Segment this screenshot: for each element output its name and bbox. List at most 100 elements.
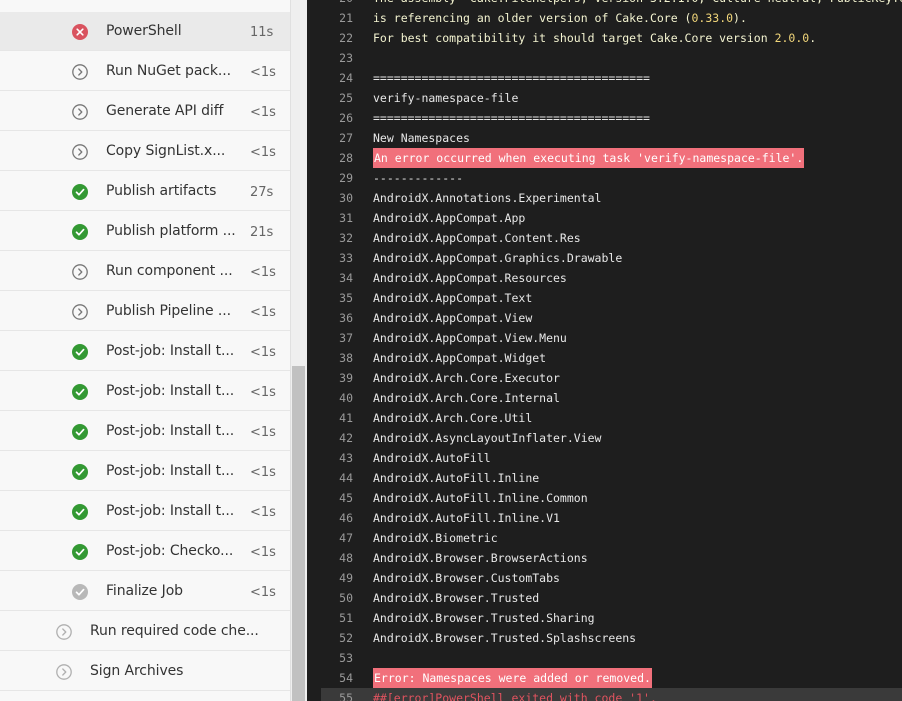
- succeeded-icon: [72, 504, 88, 520]
- step-duration: <1s: [250, 505, 276, 520]
- log-line-number: 43: [339, 451, 353, 465]
- step-row[interactable]: Post-job: Install t... <1s: [0, 412, 290, 451]
- step-name: Publish Pipeline ...: [106, 303, 231, 319]
- log-line: 47 AndroidX.Biometric: [307, 528, 902, 548]
- log-line: 46 AndroidX.AutoFill.Inline.V1: [307, 508, 902, 528]
- step-duration: <1s: [250, 305, 276, 320]
- log-text: is referencing an older version of Cake.…: [373, 11, 692, 25]
- log-text: AndroidX.AppCompat.View.Menu: [373, 331, 567, 345]
- step-row[interactable]: Post-job: Install t... <1s: [0, 492, 290, 531]
- step-row[interactable]: Finalize Job <1s: [0, 572, 290, 611]
- log-line-text: AndroidX.Arch.Core.Internal: [373, 388, 560, 408]
- log-text: AndroidX.AppCompat.App: [373, 211, 526, 225]
- log-line-number: 24: [339, 71, 353, 85]
- log-line-text: AndroidX.AppCompat.View.Menu: [373, 328, 567, 348]
- log-line-text: AndroidX.Browser.Trusted.Splashscreens: [373, 628, 636, 648]
- step-row[interactable]: Publish Pipeline ... <1s: [0, 292, 290, 331]
- log-text: New Namespaces: [373, 131, 470, 145]
- log-line-text: Error: Namespaces were added or removed.: [373, 668, 652, 688]
- step-row[interactable]: Publish platform ... 21s: [0, 212, 290, 251]
- succeeded-icon: [72, 184, 88, 200]
- step-row[interactable]: Run NuGet pack... <1s: [0, 52, 290, 91]
- log-text: AndroidX.AutoFill.Inline: [373, 471, 540, 485]
- step-name: Generate API diff: [106, 103, 224, 119]
- succeeded-icon: [72, 464, 88, 480]
- log-text: For best compatibility it should target …: [373, 31, 775, 45]
- log-line: 33 AndroidX.AppCompat.Graphics.Drawable: [307, 248, 902, 268]
- log-line: 35 AndroidX.AppCompat.Text: [307, 288, 902, 308]
- step-row[interactable]: Run component ... <1s: [0, 252, 290, 291]
- log-line-number: 52: [339, 631, 353, 645]
- step-name: Post-job: Install t...: [106, 423, 235, 439]
- log-line-text: AndroidX.AutoFill.Inline.V1: [373, 508, 560, 528]
- log-text: AndroidX.Arch.Core.Internal: [373, 391, 560, 405]
- log-line-number: 48: [339, 551, 353, 565]
- step-name: Run component ...: [106, 263, 233, 279]
- log-line-number: 29: [339, 171, 353, 185]
- log-line-number: 40: [339, 391, 353, 405]
- log-line: 21 is referencing an older version of Cak…: [307, 8, 902, 28]
- log-line-text: verify-namespace-file: [373, 88, 518, 108]
- step-duration: <1s: [250, 385, 276, 400]
- log-line-number: 31: [339, 211, 353, 225]
- job-name: Run required code che...: [90, 623, 259, 639]
- log-line-text: AndroidX.AutoFill.Inline: [373, 468, 539, 488]
- step-row[interactable]: Post-job: Checko... <1s: [0, 532, 290, 571]
- log-line: 24 ======================================…: [307, 68, 902, 88]
- log-line-number: 27: [339, 131, 353, 145]
- log-line: 34 AndroidX.AppCompat.Resources: [307, 268, 902, 288]
- log-text-suffix: ).: [733, 11, 747, 25]
- log-text: AndroidX.AutoFill.Inline.Common: [373, 491, 588, 505]
- log-line: 52 AndroidX.Browser.Trusted.Splashscreens: [307, 628, 902, 648]
- steps-scrollbar-thumb[interactable]: [292, 366, 305, 701]
- log-text-suffix: .: [809, 31, 817, 45]
- log-line: 43 AndroidX.AutoFill: [307, 448, 902, 468]
- log-text: ##[error]PowerShell exited with code '1'…: [373, 691, 657, 701]
- log-line-text: AndroidX.Biometric: [373, 528, 498, 548]
- log-line: 41 AndroidX.Arch.Core.Util: [307, 408, 902, 428]
- step-name: Post-job: Checko...: [106, 543, 234, 559]
- step-row[interactable]: PowerShell 11s: [0, 12, 290, 51]
- log-line-number: 30: [339, 191, 353, 205]
- step-duration: 11s: [250, 25, 274, 40]
- log-line: 44 AndroidX.AutoFill.Inline: [307, 468, 902, 488]
- step-row[interactable]: Post-job: Install t... <1s: [0, 452, 290, 491]
- log-line-text: AndroidX.AutoFill: [373, 448, 491, 468]
- log-output-pane: 20 The assembly 'Cake.FileHelpers, Versio…: [307, 0, 902, 701]
- log-line-number: 20: [307, 0, 353, 8]
- step-row[interactable]: Post-job: Install t... <1s: [0, 372, 290, 411]
- log-text: AndroidX.Biometric: [373, 531, 498, 545]
- job-row[interactable]: Run required code che...: [0, 612, 290, 651]
- step-name: PowerShell: [106, 23, 182, 39]
- step-name: Run NuGet pack...: [106, 63, 231, 79]
- log-line-number: 35: [339, 291, 353, 305]
- job-name: Sign Archives: [90, 663, 184, 679]
- log-line-number: 36: [339, 311, 353, 325]
- log-text: AndroidX.AppCompat.View: [373, 311, 533, 325]
- job-row[interactable]: Sign Archives: [0, 652, 290, 691]
- log-line: 28 An error occurred when executing task …: [307, 148, 902, 168]
- log-line-number: 53: [339, 651, 353, 665]
- succeeded-icon: [72, 424, 88, 440]
- log-line-number: 41: [339, 411, 353, 425]
- log-version-highlight: 0.33.0: [691, 11, 734, 25]
- skipped-icon: [72, 304, 88, 320]
- step-name: Publish artifacts: [106, 183, 217, 199]
- step-row[interactable]: Publish artifacts 27s: [0, 172, 290, 211]
- step-row[interactable]: Post-job: Install t... <1s: [0, 332, 290, 371]
- log-line: 54 Error: Namespaces were added or remove…: [307, 668, 902, 688]
- step-row[interactable]: Generate API diff <1s: [0, 92, 290, 131]
- log-text: AndroidX.Arch.Core.Executor: [373, 371, 560, 385]
- step-duration: <1s: [250, 545, 276, 560]
- log-text: The assembly 'Cake.FileHelpers, Version=…: [373, 0, 902, 5]
- step-row[interactable]: Copy SignList.x... <1s: [0, 132, 290, 171]
- log-line-text: ========================================: [373, 68, 650, 88]
- log-text: AndroidX.Annotations.Experimental: [373, 191, 602, 205]
- succeeded-icon: [72, 544, 88, 560]
- log-line-text: ##[error]PowerShell exited with code '1'…: [373, 688, 657, 701]
- log-text: verify-namespace-file: [373, 91, 519, 105]
- log-line-text: For best compatibility it should target …: [373, 28, 816, 48]
- step-duration: <1s: [250, 345, 276, 360]
- log-line-number: 50: [339, 591, 353, 605]
- log-line-text: AndroidX.Browser.Trusted.Sharing: [373, 608, 595, 628]
